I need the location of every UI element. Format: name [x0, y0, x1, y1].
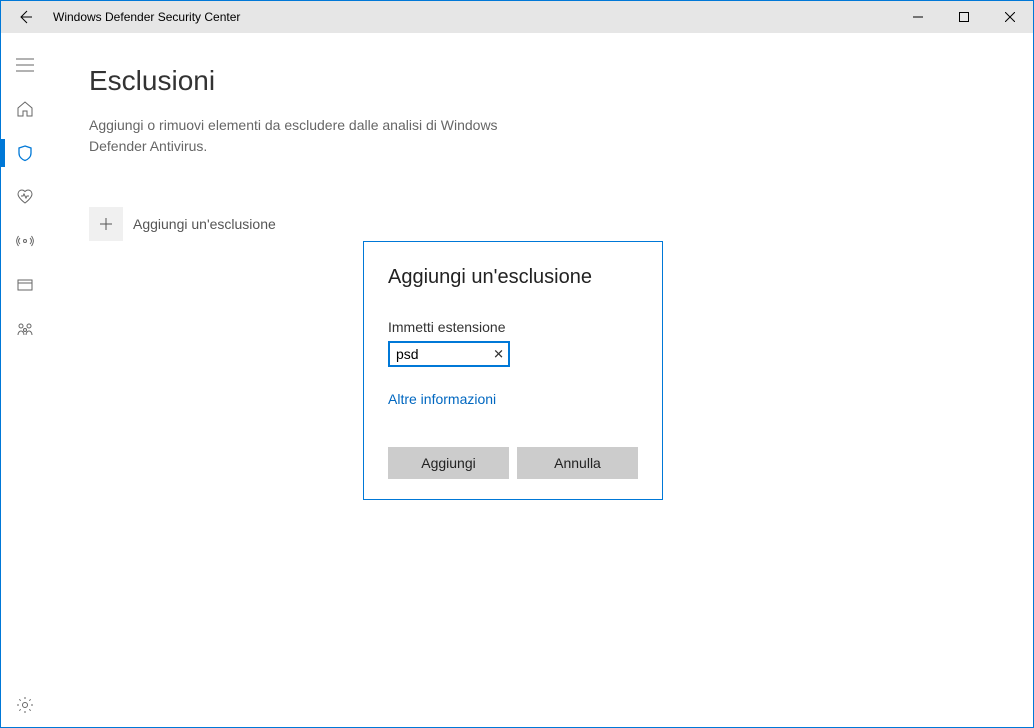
sidebar-menu-button[interactable] — [1, 43, 49, 87]
sidebar-home-button[interactable] — [1, 87, 49, 131]
extension-input[interactable] — [390, 343, 508, 365]
title-bar: Windows Defender Security Center — [1, 1, 1033, 33]
page-description: Aggiungi o rimuovi elementi da escludere… — [89, 115, 549, 157]
window-title: Windows Defender Security Center — [53, 10, 240, 24]
window-controls — [895, 1, 1033, 33]
close-button[interactable] — [987, 1, 1033, 33]
sidebar-app-browser-button[interactable] — [1, 263, 49, 307]
app-body: Esclusioni Aggiungi o rimuovi elementi d… — [1, 33, 1033, 727]
sidebar — [1, 33, 49, 727]
dialog-cancel-button[interactable]: Annulla — [517, 447, 638, 479]
extension-field-label: Immetti estensione — [388, 319, 638, 335]
clear-input-icon[interactable]: ✕ — [493, 348, 504, 361]
sidebar-health-button[interactable] — [1, 175, 49, 219]
extension-input-wrap: ✕ — [388, 341, 510, 367]
more-info-link[interactable]: Altre informazioni — [388, 391, 496, 407]
sidebar-settings-button[interactable] — [1, 683, 49, 727]
app-window: Windows Defender Security Center — [0, 0, 1034, 728]
add-exclusion-button[interactable]: Aggiungi un'esclusione — [89, 207, 276, 241]
sidebar-shield-button[interactable] — [1, 131, 49, 175]
maximize-button[interactable] — [941, 1, 987, 33]
plus-icon — [89, 207, 123, 241]
sidebar-family-button[interactable] — [1, 307, 49, 351]
dialog-add-button[interactable]: Aggiungi — [388, 447, 509, 479]
dialog-title: Aggiungi un'esclusione — [388, 266, 638, 289]
page-title: Esclusioni — [89, 65, 993, 97]
back-button[interactable] — [1, 1, 49, 33]
add-exclusion-label: Aggiungi un'esclusione — [133, 216, 276, 232]
minimize-button[interactable] — [895, 1, 941, 33]
sidebar-firewall-button[interactable] — [1, 219, 49, 263]
dialog-button-row: Aggiungi Annulla — [388, 447, 638, 479]
add-exclusion-dialog: Aggiungi un'esclusione Immetti estension… — [363, 241, 663, 500]
